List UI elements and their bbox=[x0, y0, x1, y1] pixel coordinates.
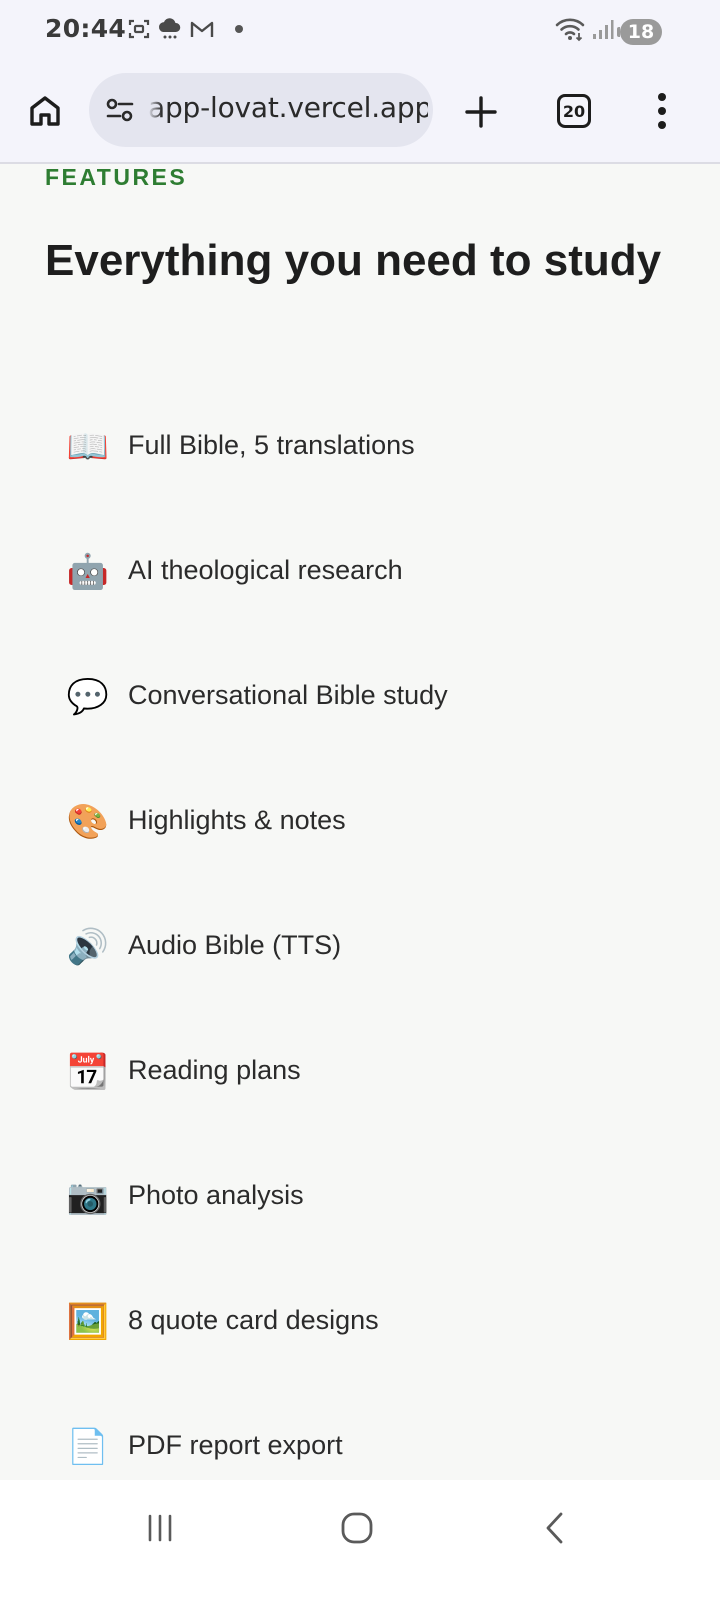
feature-list: 📖 Full Bible, 5 translations 🤖 AI theologic… bbox=[0, 384, 720, 1480]
feature-item: 🤖 AI theological research bbox=[0, 509, 720, 634]
screenshot-icon bbox=[127, 17, 151, 41]
home-icon bbox=[30, 96, 60, 126]
new-tab-button[interactable] bbox=[460, 91, 502, 133]
site-settings-icon[interactable] bbox=[105, 97, 135, 128]
back-icon bbox=[546, 1512, 563, 1544]
feature-label: Audio Bible (TTS) bbox=[128, 930, 342, 960]
feature-item: 📄 PDF report export bbox=[0, 1384, 720, 1480]
framed-picture-icon: 🖼️ bbox=[66, 1302, 110, 1342]
plus-icon bbox=[465, 96, 497, 128]
feature-item: 🖼️ 8 quote card designs bbox=[0, 1259, 720, 1384]
feature-label: Full Bible, 5 translations bbox=[128, 430, 415, 460]
feature-label: PDF report export bbox=[128, 1430, 343, 1460]
feature-item: 🎨 Highlights & notes bbox=[0, 759, 720, 884]
feature-label: Reading plans bbox=[128, 1055, 301, 1085]
feature-label: Conversational Bible study bbox=[128, 680, 448, 710]
feature-item: 📖 Full Bible, 5 translations bbox=[0, 384, 720, 509]
feature-item: 💬 Conversational Bible study bbox=[0, 634, 720, 759]
feature-label: Photo analysis bbox=[128, 1180, 304, 1210]
more-vert-icon bbox=[658, 93, 666, 101]
feature-label: Highlights & notes bbox=[128, 805, 346, 835]
status-time: 20:44 bbox=[45, 14, 127, 43]
feature-item: 📷 Photo analysis bbox=[0, 1134, 720, 1259]
url-text[interactable]: app-lovat.vercel.app bbox=[148, 91, 428, 124]
wifi-icon bbox=[554, 16, 586, 47]
palette-icon: 🎨 bbox=[66, 802, 110, 842]
feature-label: AI theological research bbox=[128, 555, 403, 585]
tabs-button[interactable]: 20 bbox=[557, 94, 591, 128]
home-nav-button[interactable] bbox=[327, 1506, 387, 1550]
browser-toolbar: app-lovat.vercel.app 20 bbox=[0, 64, 720, 164]
section-eyebrow: FEATURES bbox=[45, 164, 188, 190]
gmail-icon bbox=[189, 18, 215, 40]
document-icon: 📄 bbox=[66, 1427, 110, 1467]
notification-dot-icon bbox=[235, 25, 243, 33]
battery-icon: 18 bbox=[617, 18, 662, 45]
feature-label: 8 quote card designs bbox=[128, 1305, 379, 1335]
speaker-icon: 🔊 bbox=[66, 927, 110, 967]
tab-count: 20 bbox=[562, 101, 586, 121]
status-notification-icons bbox=[127, 17, 243, 41]
speech-bubble-icon: 💬 bbox=[66, 677, 110, 717]
camera-icon: 📷 bbox=[66, 1177, 110, 1217]
status-system-icons: 18 bbox=[554, 16, 662, 47]
feature-item: 📆 Reading plans bbox=[0, 1009, 720, 1134]
signal-icon bbox=[592, 17, 614, 46]
robot-icon: 🤖 bbox=[66, 552, 110, 592]
recent-apps-button[interactable] bbox=[130, 1506, 190, 1550]
address-bar[interactable]: app-lovat.vercel.app bbox=[89, 73, 433, 147]
cloud-rain-icon bbox=[157, 17, 183, 41]
system-nav-bar bbox=[0, 1480, 720, 1600]
open-book-icon: 📖 bbox=[66, 427, 110, 467]
page-content: FEATURES Everything you need to study 📖 F… bbox=[0, 164, 720, 1480]
page-title: Everything you need to study bbox=[45, 236, 662, 285]
home-circle-icon bbox=[341, 1512, 373, 1544]
feature-item: 🔊 Audio Bible (TTS) bbox=[0, 884, 720, 1009]
home-button[interactable] bbox=[24, 90, 66, 132]
back-button[interactable] bbox=[525, 1506, 585, 1550]
status-bar: 20:44 18 bbox=[0, 0, 720, 64]
calendar-icon: 📆 bbox=[66, 1052, 110, 1092]
more-menu-button[interactable] bbox=[648, 90, 676, 132]
recent-apps-icon bbox=[148, 1514, 172, 1542]
